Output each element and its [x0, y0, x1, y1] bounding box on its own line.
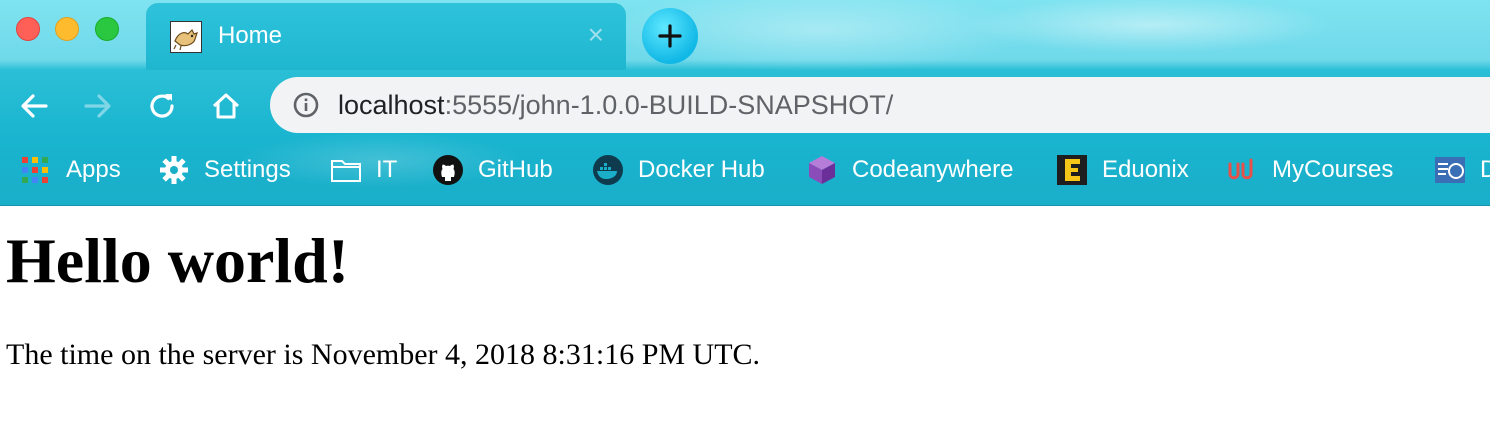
reload-button[interactable]	[142, 86, 182, 126]
reload-icon	[150, 94, 174, 118]
bookmark-codeanywhere[interactable]: Codeanywhere	[806, 148, 1013, 192]
bookmark-label: IT	[376, 156, 398, 183]
bookmark-label: GitHub	[478, 156, 553, 183]
bookmark-label: Apps	[66, 156, 121, 183]
server-time-text: The time on the server is November 4, 20…	[6, 338, 761, 371]
plus-icon	[658, 24, 682, 48]
url-path: :5555/john-1.0.0-BUILD-SNAPSHOT/	[444, 90, 894, 120]
browser-chrome: Home × localhost:5555/john-1.0.0-BUILD-S…	[0, 0, 1490, 206]
back-button[interactable]	[14, 86, 54, 126]
bookmark-docker-hub[interactable]: Docker Hub	[592, 148, 765, 192]
bookmark-d[interactable]: D	[1434, 148, 1490, 192]
docker-icon	[593, 155, 623, 185]
bookmark-label: Docker Hub	[638, 156, 765, 183]
home-button[interactable]	[206, 86, 246, 126]
arrow-right-icon	[84, 94, 111, 118]
folder-icon	[331, 160, 361, 182]
bookmarks-bar: Apps Settings IT GitHub Docker Hub Codea…	[0, 148, 1490, 192]
url-text[interactable]: localhost:5555/john-1.0.0-BUILD-SNAPSHOT…	[338, 90, 893, 121]
tab-home[interactable]: Home ×	[146, 3, 626, 70]
bookmark-apps[interactable]: Apps	[20, 148, 121, 192]
bookmark-mycourses[interactable]: MyCourses	[1226, 148, 1393, 192]
window-minimize-button[interactable]	[55, 17, 79, 41]
bookmark-eduonix[interactable]: Eduonix	[1056, 148, 1189, 192]
info-icon[interactable]	[292, 91, 320, 119]
tab-title: Home	[218, 22, 283, 49]
tomcat-icon	[170, 21, 202, 53]
udemy-icon	[1228, 158, 1253, 180]
gear-icon	[160, 156, 188, 184]
bookmark-label: Settings	[204, 156, 291, 183]
apps-grid-icon	[22, 157, 48, 183]
bookmark-github[interactable]: GitHub	[432, 148, 553, 192]
bookmark-label: D	[1480, 156, 1490, 183]
home-icon	[212, 93, 240, 119]
forward-button[interactable]	[78, 86, 118, 126]
window-maximize-button[interactable]	[95, 17, 119, 41]
bookmark-it-folder[interactable]: IT	[330, 148, 397, 192]
window-close-button[interactable]	[16, 17, 40, 41]
page-content: Hello world! The time on the server is N…	[0, 206, 1490, 426]
arrow-left-icon	[21, 94, 48, 118]
page-heading: Hello world!	[6, 225, 350, 296]
url-host: localhost	[338, 90, 445, 120]
github-icon	[433, 155, 463, 185]
tab-close-icon[interactable]: ×	[588, 19, 604, 51]
bookmark-settings[interactable]: Settings	[158, 148, 291, 192]
new-tab-button[interactable]	[642, 8, 698, 64]
bookmark-icon	[1435, 157, 1465, 183]
bookmark-label: Eduonix	[1102, 156, 1189, 183]
address-bar[interactable]: localhost:5555/john-1.0.0-BUILD-SNAPSHOT…	[270, 77, 1490, 133]
bookmark-label: MyCourses	[1272, 156, 1394, 183]
bookmark-label: Codeanywhere	[852, 156, 1014, 183]
eduonix-icon	[1057, 155, 1087, 185]
codeanywhere-icon	[809, 156, 835, 184]
